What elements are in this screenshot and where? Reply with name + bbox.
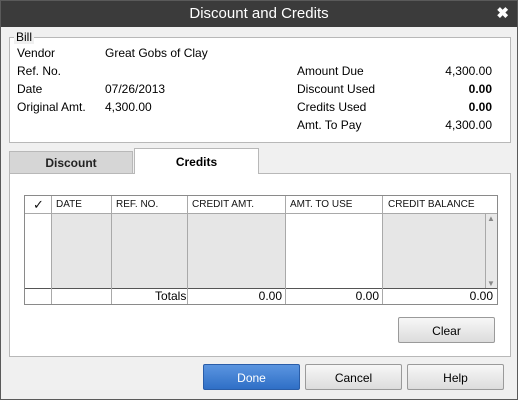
clear-button[interactable]: Clear [398, 317, 495, 343]
table-scrollbar[interactable]: ▲ ▼ [485, 214, 497, 288]
dialog-window: Discount and Credits ✖ Bill Vendor Great… [0, 0, 518, 400]
col-header-amt-to-use[interactable]: AMT. TO USE [290, 196, 352, 213]
tab-credits[interactable]: Credits [134, 148, 259, 174]
refno-label: Ref. No. [17, 64, 62, 78]
column-divider [111, 196, 112, 304]
discount-used-value: 0.00 [468, 82, 492, 96]
discount-used-label: Discount Used [297, 82, 376, 96]
help-button[interactable]: Help [407, 364, 504, 390]
column-divider [51, 196, 52, 304]
amt-to-pay-value: 4,300.00 [445, 118, 492, 132]
header-divider [25, 213, 497, 214]
amt-to-pay-label: Amt. To Pay [297, 118, 362, 132]
col-header-refno[interactable]: REF. NO. [116, 196, 158, 213]
credits-table: ✓ DATE REF. NO. CREDIT AMT. AMT. TO USE … [24, 195, 498, 305]
col-header-credit-balance[interactable]: CREDIT BALANCE [388, 196, 475, 213]
check-column[interactable] [25, 214, 51, 288]
scroll-down-icon[interactable]: ▼ [487, 279, 495, 288]
tab-discount[interactable]: Discount [9, 151, 133, 173]
credit-balance-column [383, 214, 485, 288]
amount-due-value: 4,300.00 [445, 64, 492, 78]
refno-column [112, 214, 187, 288]
total-credit-amt: 0.00 [258, 289, 282, 303]
col-header-credit-amt[interactable]: CREDIT AMT. [192, 196, 254, 213]
amt-to-use-column[interactable] [286, 214, 382, 288]
bill-section-label: Bill [14, 30, 35, 44]
date-value: 07/26/2013 [105, 82, 166, 96]
window-title: Discount and Credits [189, 5, 329, 22]
total-credit-balance: 0.00 [469, 289, 493, 303]
check-header-icon: ✓ [33, 197, 44, 212]
vendor-value: Great Gobs of Clay [105, 46, 208, 60]
total-amt-to-use: 0.00 [355, 289, 379, 303]
date-column [52, 214, 111, 288]
totals-label: Totals [155, 289, 187, 303]
original-amt-value: 4,300.00 [105, 100, 152, 114]
col-header-date[interactable]: DATE [56, 196, 82, 213]
vendor-label: Vendor [17, 46, 56, 60]
credit-amt-column [188, 214, 285, 288]
original-amt-label: Original Amt. [17, 100, 86, 114]
close-icon[interactable]: ✖ [496, 4, 509, 22]
scroll-up-icon[interactable]: ▲ [487, 214, 495, 223]
done-button[interactable]: Done [203, 364, 300, 390]
date-label: Date [17, 82, 43, 96]
credits-used-value: 0.00 [468, 100, 492, 114]
credits-panel: ✓ DATE REF. NO. CREDIT AMT. AMT. TO USE … [9, 173, 511, 357]
bill-group: Bill Vendor Great Gobs of Clay Ref. No. … [9, 30, 511, 143]
credits-used-label: Credits Used [297, 100, 367, 114]
title-bar[interactable]: Discount and Credits ✖ [1, 1, 517, 27]
amount-due-label: Amount Due [297, 64, 364, 78]
cancel-button[interactable]: Cancel [305, 364, 402, 390]
